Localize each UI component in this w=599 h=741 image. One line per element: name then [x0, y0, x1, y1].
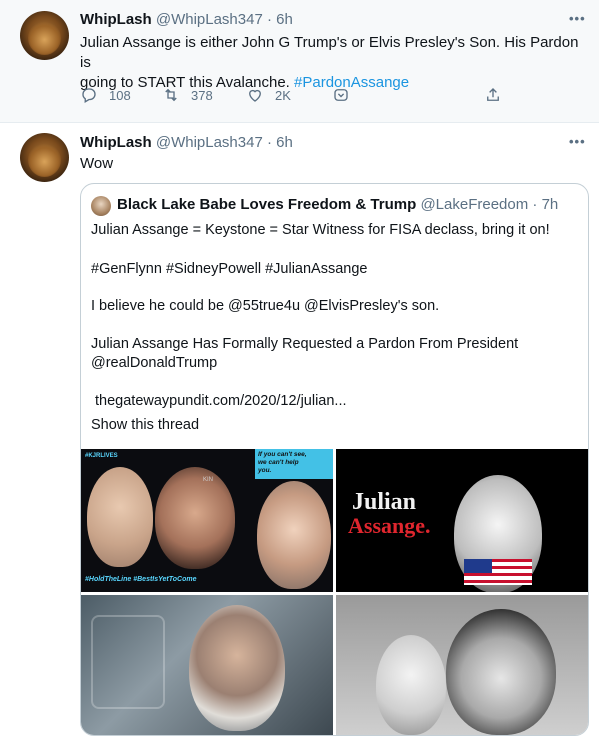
portrait-child: [376, 635, 446, 735]
show-thread-link[interactable]: Show this thread: [91, 415, 199, 435]
quoted-hashtags[interactable]: #GenFlynn #SidneyPowell #JulianAssange: [91, 259, 367, 279]
tweet-header: WhipLash @WhipLash347 · 6h: [80, 134, 293, 151]
window-frame: [91, 615, 165, 709]
media-image-1[interactable]: #KJRLIVES KIN If you can't see, we can't…: [81, 449, 333, 592]
media-image-3[interactable]: [81, 595, 333, 735]
portrait-3: [257, 481, 331, 589]
tweet-text: Wow: [80, 155, 114, 172]
retweet-button[interactable]: 378: [162, 86, 213, 104]
quoted-line: @realDonaldTrump: [91, 355, 218, 371]
quoted-line: I believe he could be @55true4u @ElvisPr…: [91, 298, 440, 314]
retweet-count: 378: [191, 87, 213, 103]
like-icon: [249, 89, 261, 102]
timestamp[interactable]: · 6h: [267, 11, 293, 28]
author-handle[interactable]: @WhipLash347: [156, 134, 263, 151]
image-title: Julian: [352, 489, 417, 515]
reply-button[interactable]: 108: [80, 86, 131, 104]
image-tag: KIN: [203, 477, 214, 483]
portrait-2: [155, 467, 235, 569]
media-grid: #KJRLIVES KIN If you can't see, we can't…: [81, 449, 588, 735]
like-count: 2K: [275, 87, 291, 103]
reply-count: 108: [109, 87, 131, 103]
reply-icon: [82, 88, 96, 103]
image-tag: #KJRLIVES: [85, 453, 118, 459]
retweet-icon: [165, 88, 177, 102]
image-tag: #HoldTheLine #BestIsYetToCome: [85, 576, 197, 583]
chevron-down-icon: [334, 89, 348, 101]
quoted-header: Black Lake Babe Loves Freedom & Trump @L…: [117, 196, 558, 213]
external-link[interactable]: thegatewaypundit.com/2020/12/julian...: [95, 391, 347, 411]
like-button[interactable]: 2K: [246, 86, 291, 104]
tweet-header: WhipLash @WhipLash347 · 6h: [80, 11, 293, 28]
subscribe-button[interactable]: [332, 86, 350, 104]
share-button[interactable]: [484, 86, 502, 104]
tweet-text: Julian Assange is either John G Trump's …: [80, 33, 590, 93]
media-image-4[interactable]: [336, 595, 588, 735]
quoted-author-handle[interactable]: @LakeFreedom: [420, 196, 528, 213]
quoted-timestamp[interactable]: · 7h: [532, 196, 558, 213]
more-icon[interactable]: •••: [569, 134, 586, 149]
quoted-line: Julian Assange Has Formally Requested a …: [91, 336, 519, 352]
more-icon[interactable]: •••: [569, 11, 586, 26]
author-name[interactable]: WhipLash: [80, 11, 152, 28]
avatar[interactable]: [20, 133, 69, 182]
action-bar: 108 378 2K: [80, 86, 520, 106]
avatar[interactable]: [20, 11, 69, 60]
tweet-text-line1: Julian Assange is either John G Trump's …: [80, 34, 579, 71]
tweet-1[interactable]: WhipLash @WhipLash347 · 6h ••• Julian As…: [0, 0, 599, 123]
timestamp[interactable]: · 6h: [267, 134, 293, 151]
author-handle[interactable]: @WhipLash347: [156, 11, 263, 28]
avatar[interactable]: [91, 196, 111, 216]
media-image-2[interactable]: Julian Assange.: [336, 449, 588, 592]
portrait-1: [87, 467, 153, 567]
flag-icon: [464, 559, 532, 585]
quoted-line: Julian Assange = Keystone = Star Witness…: [91, 222, 550, 238]
author-name[interactable]: WhipLash: [80, 134, 152, 151]
image-caption: If you can't see, we can't help you.: [255, 449, 333, 479]
image-title: Assange.: [348, 513, 431, 538]
quoted-tweet[interactable]: Black Lake Babe Loves Freedom & Trump @L…: [80, 183, 589, 736]
portrait: [189, 605, 285, 731]
share-icon: [487, 88, 499, 101]
quoted-author-name[interactable]: Black Lake Babe Loves Freedom & Trump: [117, 196, 416, 213]
portrait: [446, 609, 556, 735]
